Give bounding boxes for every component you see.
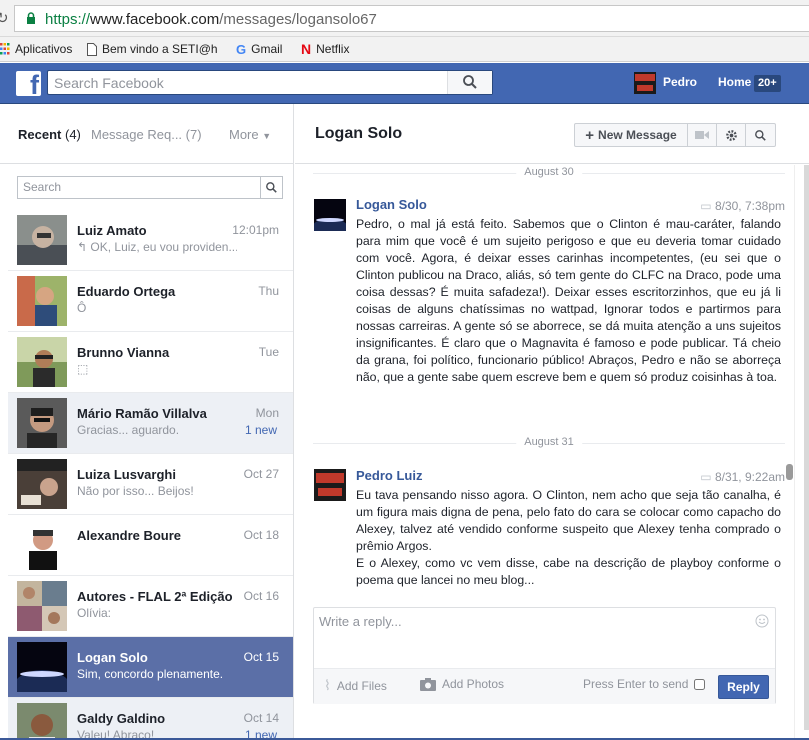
avatar bbox=[17, 520, 67, 570]
search-icon bbox=[266, 182, 277, 193]
sender-name[interactable]: Pedro Luiz bbox=[356, 468, 422, 483]
message-timestamp: ▭ 8/30, 7:38pm bbox=[700, 199, 785, 213]
thread-header: Logan Solo + New Message bbox=[295, 104, 809, 164]
reply-input[interactable] bbox=[319, 614, 739, 664]
sidebar-tabs: Recent (4) Message Req... (7) More ▼ bbox=[0, 104, 293, 164]
avatar bbox=[17, 398, 67, 448]
gear-icon bbox=[725, 129, 737, 141]
conversation-search bbox=[17, 176, 283, 199]
home-link[interactable]: Home bbox=[718, 75, 751, 89]
avatar bbox=[17, 703, 67, 740]
add-photos-button[interactable]: Add Photos bbox=[420, 677, 504, 691]
conversation-item[interactable]: Mário Ramão Villalva Mon Gracias... agua… bbox=[8, 393, 293, 454]
message-icon: ▭ bbox=[700, 470, 712, 484]
plus-icon: + bbox=[585, 126, 595, 144]
date-separator: August 31 bbox=[313, 436, 785, 448]
avatar bbox=[17, 337, 67, 387]
conversation-list: Luiz Amato 12:01pm ↰ OK, Luiz, eu vou pr… bbox=[8, 210, 293, 740]
video-call-button[interactable] bbox=[688, 124, 717, 146]
conversation-item[interactable]: Luiz Amato 12:01pm ↰ OK, Luiz, eu vou pr… bbox=[8, 210, 293, 271]
conversation-sidebar: Recent (4) Message Req... (7) More ▼ Lui… bbox=[0, 104, 294, 740]
conversation-search-input[interactable] bbox=[23, 180, 253, 194]
conversation-item[interactable]: Luiza Lusvarghi Oct 27 Não por isso... B… bbox=[8, 454, 293, 515]
new-message-button[interactable]: + New Message bbox=[575, 124, 688, 146]
bookmark-netflix[interactable]: N Netflix bbox=[301, 40, 349, 58]
url-text: https://www.facebook.com/messages/logans… bbox=[45, 11, 377, 28]
enter-to-send-option[interactable]: Press Enter to send bbox=[583, 677, 706, 691]
message-body: Pedro, o mal já está feito. Sabemos que … bbox=[356, 217, 781, 384]
page-icon bbox=[87, 42, 97, 56]
conversation-item[interactable]: Galdy Galdino Oct 14 Valeu! Abraço! 1 ne… bbox=[8, 698, 293, 740]
camera-icon bbox=[420, 677, 436, 691]
page-scrollbar[interactable] bbox=[794, 165, 809, 740]
facebook-top-bar: f Pedro Home 20+ bbox=[0, 63, 809, 104]
enter-to-send-checkbox[interactable] bbox=[694, 678, 706, 690]
composer-toolbar: ⌇ Add Files Add Photos Press Enter to se… bbox=[314, 668, 775, 704]
bookmark-apps[interactable]: Aplicativos bbox=[0, 40, 72, 58]
bookmarks-bar: Aplicativos Bem vindo a SETI@hc G Gmail … bbox=[0, 37, 809, 62]
reload-icon[interactable]: ↻ bbox=[0, 9, 9, 27]
user-avatar[interactable] bbox=[634, 72, 656, 94]
reply-button[interactable]: Reply bbox=[718, 675, 769, 699]
message-icon: ▭ bbox=[700, 199, 712, 213]
bookmark-label: Aplicativos bbox=[15, 42, 73, 56]
bookmark-label: Bem vindo a SETI@hc bbox=[102, 42, 217, 56]
search-button[interactable] bbox=[447, 71, 492, 94]
bookmark-label: Gmail bbox=[251, 42, 283, 56]
tab-message-requests[interactable]: Message Req... (7) bbox=[91, 127, 202, 142]
browser-url-bar: ↻ https://www.facebook.com/messages/loga… bbox=[0, 0, 809, 37]
conversation-item[interactable]: Logan Solo Oct 15 Sim, concordo plenamen… bbox=[8, 637, 293, 698]
date-separator: August 30 bbox=[313, 166, 785, 178]
sender-avatar bbox=[314, 199, 346, 231]
thread-title: Logan Solo bbox=[315, 125, 403, 142]
facebook-search bbox=[47, 70, 493, 95]
home-count-badge: 20+ bbox=[754, 75, 781, 92]
avatar bbox=[17, 581, 67, 631]
bookmark-label: Netflix bbox=[316, 42, 350, 56]
facebook-search-input[interactable] bbox=[54, 74, 434, 92]
avatar bbox=[17, 215, 67, 265]
tab-more[interactable]: More ▼ bbox=[229, 127, 271, 142]
add-files-button[interactable]: ⌇ Add Files bbox=[324, 677, 387, 694]
reply-composer: ⌇ Add Files Add Photos Press Enter to se… bbox=[313, 607, 776, 704]
message-thread: August 30 Logan Solo ▭ 8/30, 7:38pm Pedr… bbox=[295, 165, 795, 590]
conversation-item[interactable]: Brunno Vianna Tue ⬚ bbox=[8, 332, 293, 393]
search-icon bbox=[755, 129, 766, 141]
video-camera-icon bbox=[695, 131, 709, 139]
bookmark-seti[interactable]: Bem vindo a SETI@hc bbox=[87, 40, 217, 58]
message-body: Eu tava pensando nisso agora. O Clinton,… bbox=[356, 488, 781, 587]
emoji-icon[interactable] bbox=[755, 614, 769, 628]
chevron-down-icon: ▼ bbox=[262, 131, 272, 141]
conversation-item[interactable]: Alexandre Boure Oct 18 bbox=[8, 515, 293, 576]
conversation-item[interactable]: Autores - FLAL 2ª Edição Oct 16 Olívia: bbox=[8, 576, 293, 637]
avatar bbox=[17, 459, 67, 509]
paperclip-icon: ⌇ bbox=[324, 677, 331, 693]
address-field[interactable]: https://www.facebook.com/messages/logans… bbox=[14, 5, 809, 32]
conversation-item[interactable]: Eduardo Ortega Thu Ô bbox=[8, 271, 293, 332]
netflix-icon: N bbox=[301, 41, 312, 57]
sender-name[interactable]: Logan Solo bbox=[356, 197, 427, 212]
conversation-search-button[interactable] bbox=[260, 177, 282, 198]
sender-avatar bbox=[314, 469, 346, 501]
lock-icon bbox=[27, 12, 35, 24]
apps-grid-icon bbox=[0, 43, 10, 55]
tab-recent[interactable]: Recent (4) bbox=[18, 127, 81, 142]
search-conversation-button[interactable] bbox=[746, 124, 775, 146]
facebook-logo-icon[interactable]: f bbox=[16, 71, 41, 96]
search-icon bbox=[463, 75, 477, 89]
settings-button[interactable] bbox=[717, 124, 746, 146]
message-timestamp: ▭ 8/31, 9:22am bbox=[700, 470, 785, 484]
profile-link[interactable]: Pedro bbox=[663, 75, 697, 89]
thread-actions: + New Message bbox=[574, 123, 776, 147]
thread-scrollbar[interactable] bbox=[786, 464, 793, 480]
google-icon: G bbox=[236, 41, 247, 57]
avatar bbox=[17, 642, 67, 692]
bookmark-gmail[interactable]: G Gmail bbox=[236, 40, 282, 58]
avatar bbox=[17, 276, 67, 326]
